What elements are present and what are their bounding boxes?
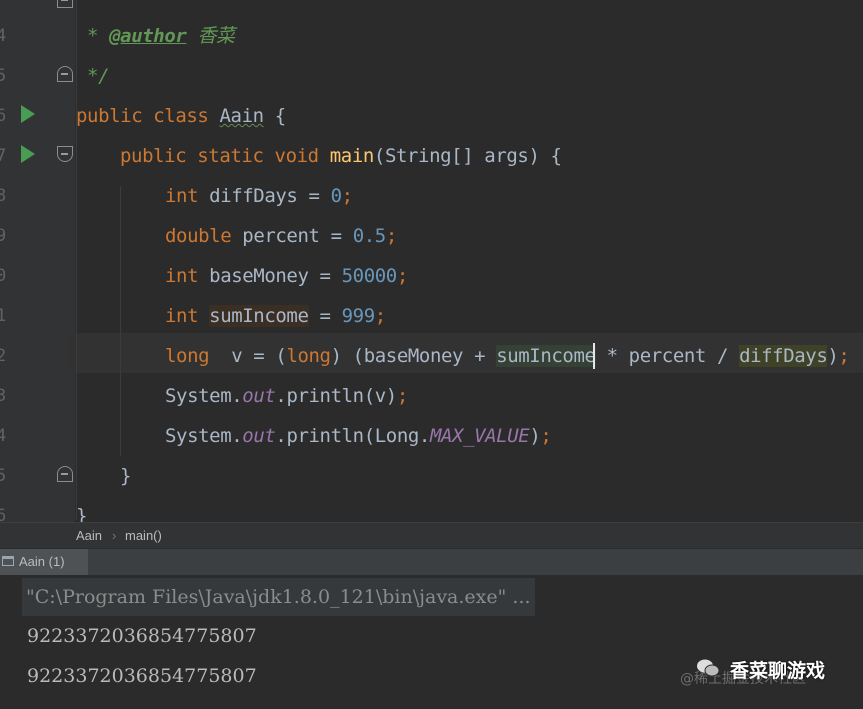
watermark-name: 香菜聊游戏	[730, 660, 826, 682]
code-line: int baseMoney = 50000;	[165, 265, 408, 287]
console-output-line: 9223372036854775807	[27, 665, 257, 687]
line-number: 1	[0, 306, 7, 326]
line-number: 9	[0, 226, 7, 246]
line-number: 4	[0, 26, 7, 46]
run-class-icon[interactable]	[21, 105, 35, 123]
indent-guide	[120, 186, 121, 456]
line-number: 5	[0, 66, 7, 86]
code-editor[interactable]: 4 5 6 7 8 9 0 1 2 3 4 5 6 * @author 香菜 *…	[0, 0, 863, 522]
code-line: int sumIncome = 999;	[165, 305, 386, 327]
code-line: public static void main(String[] args) {	[120, 145, 562, 167]
console-output[interactable]: "C:\Program Files\Java\jdk1.8.0_121\bin\…	[0, 575, 863, 709]
code-line: public class Aain {	[76, 105, 286, 127]
line-number: 3	[0, 386, 7, 406]
code-line: long v = (long) (baseMoney + sumIncome *…	[165, 345, 850, 367]
console-icon	[2, 556, 14, 566]
fold-icon[interactable]	[57, 66, 73, 82]
code-line: */	[76, 65, 110, 87]
breadcrumb-class[interactable]: Aain	[76, 528, 102, 543]
editor-gutter: 4 5 6 7 8 9 0 1 2 3 4 5 6	[0, 0, 75, 522]
fold-icon[interactable]	[57, 466, 73, 482]
fold-icon[interactable]	[57, 0, 73, 8]
line-number: 0	[0, 266, 7, 286]
run-main-icon[interactable]	[21, 145, 35, 163]
code-line: int diffDays = 0;	[165, 185, 353, 207]
line-number: 2	[0, 346, 7, 366]
line-number: 6	[0, 106, 7, 126]
run-tab[interactable]: Aain (1)	[0, 549, 88, 575]
highlighted-usage: sumIncome	[496, 345, 596, 367]
class-name: Aain	[219, 105, 265, 127]
line-number: 5	[0, 466, 7, 486]
run-tab-label: Aain (1)	[19, 554, 65, 569]
breadcrumb: Aain › main()	[0, 522, 863, 549]
code-line: System.out.println(Long.MAX_VALUE);	[165, 425, 552, 447]
wechat-icon	[697, 659, 720, 677]
breadcrumb-separator: ›	[112, 528, 117, 543]
code-line: System.out.println(v);	[165, 385, 408, 407]
warning-highlight: diffDays	[739, 345, 828, 367]
line-number: 7	[0, 146, 7, 166]
code-line: }	[76, 505, 88, 522]
code-line: double percent = 0.5;	[165, 225, 397, 247]
code-line: * @author 香菜	[76, 25, 235, 47]
console-output-line: 9223372036854775807	[27, 625, 257, 647]
console-command-line[interactable]: "C:\Program Files\Java\jdk1.8.0_121\bin\…	[22, 578, 535, 616]
line-number: 8	[0, 186, 7, 206]
code-line: }	[120, 465, 132, 487]
fold-icon[interactable]	[57, 146, 73, 162]
line-number: 4	[0, 426, 7, 446]
line-number: 6	[0, 506, 7, 522]
run-tool-window-tabs: Aain (1)	[0, 548, 863, 575]
text-caret	[593, 343, 595, 369]
breadcrumb-method[interactable]: main()	[125, 528, 162, 543]
